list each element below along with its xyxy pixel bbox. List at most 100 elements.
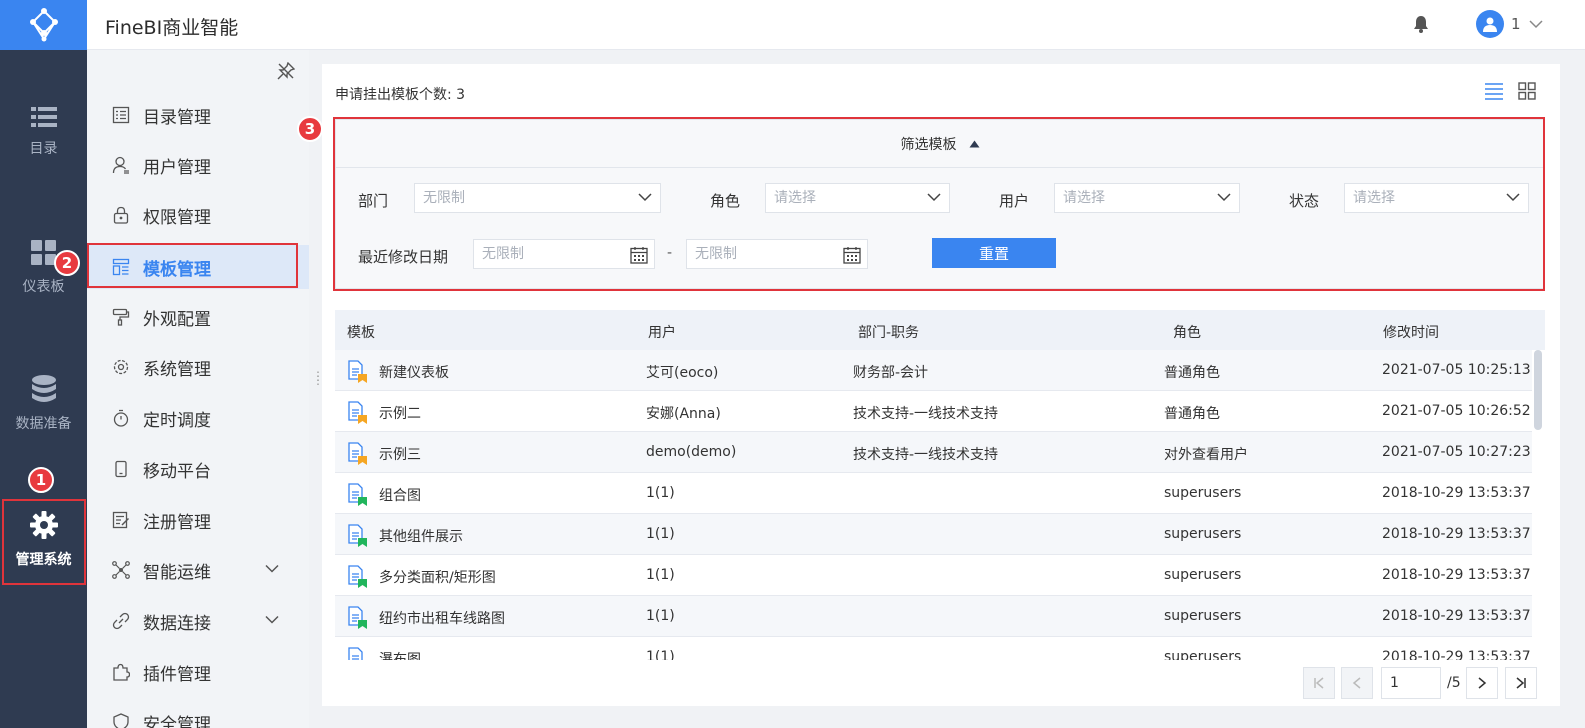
table-row[interactable]: 瀑布图 1(1) superusers 2018-10-29 13:53:37 (335, 637, 1532, 660)
column-header[interactable]: 修改时间 (1383, 322, 1439, 342)
nav-item-appearance[interactable]: 外观配置 (87, 295, 309, 339)
nav-item-plugin-mgmt[interactable]: 插件管理 (87, 650, 309, 694)
annotation-box-2 (87, 243, 298, 288)
template-role: superusers (1164, 567, 1242, 583)
template-file-icon (348, 524, 367, 547)
rail-item-catalog[interactable]: 目录 (0, 88, 87, 176)
chevron-down-icon (265, 615, 279, 624)
template-modified-time: 2018-10-29 13:53:37 (1382, 608, 1531, 624)
table-row[interactable]: 示例三 demo(demo) 技术支持-一线技术支持 对外查看用户 2021-07-05… (335, 432, 1532, 473)
template-modified-time: 2021-07-05 10:25:13 (1382, 362, 1531, 378)
template-user: 安娜(Anna) (646, 406, 721, 422)
rail-item-data-prep[interactable]: 数据准备 (0, 360, 87, 448)
table-header: 模板 用户 部门-职务 角色 修改时间 (335, 310, 1545, 350)
nav-item-label: 权限管理 (143, 207, 211, 228)
template-name[interactable]: 示例二 (379, 403, 421, 423)
annotation-badge-2: 2 (54, 250, 80, 276)
user-menu[interactable]: 1 (1476, 10, 1543, 38)
template-name[interactable]: 其他组件展示 (379, 526, 463, 546)
icon-rail: 目录 仪表板 数据准备 管理系统 (0, 0, 87, 728)
nav-item-permission-mgmt[interactable]: 权限管理 (87, 193, 309, 237)
list-view-icon[interactable] (1484, 82, 1504, 104)
template-name[interactable]: 纽约市出租车线路图 (379, 608, 505, 628)
template-modified-time: 2018-10-29 13:53:37 (1382, 526, 1531, 542)
page-number-input[interactable] (1381, 667, 1441, 699)
chevron-right-icon (1478, 677, 1487, 689)
table-row[interactable]: 组合图 1(1) superusers 2018-10-29 13:53:37 (335, 473, 1532, 514)
user-icon (1483, 17, 1497, 32)
annotation-box-3 (333, 117, 1545, 291)
template-table: 模板 用户 部门-职务 角色 修改时间 新建仪表板 艾可(eoco) 财务部-会计普… (335, 310, 1545, 660)
template-name[interactable]: 多分类面积/矩形图 (379, 567, 496, 587)
template-modified-time: 2018-10-29 13:53:37 (1382, 485, 1531, 501)
nav-item-label: 系统管理 (143, 359, 211, 380)
chevron-left-icon (1352, 677, 1361, 689)
nav-item-security-mgmt[interactable]: 安全管理 (87, 700, 309, 728)
template-user: 艾可(eoco) (646, 365, 719, 381)
table-row[interactable]: 多分类面积/矩形图 1(1) superusers 2018-10-29 13:53:… (335, 555, 1532, 596)
nav-item-label: 插件管理 (143, 664, 211, 685)
first-page-icon (1314, 677, 1324, 689)
rail-item-label: 目录 (29, 141, 58, 157)
template-file-icon (348, 442, 367, 465)
first-page-button[interactable] (1303, 667, 1335, 699)
template-role: 对外查看用户 (1164, 447, 1248, 463)
template-dept: 技术支持-一线技术支持 (853, 406, 999, 422)
table-scrollbar[interactable] (1534, 350, 1542, 430)
template-user: demo(demo) (646, 444, 737, 460)
lock-icon (113, 206, 129, 224)
table-row[interactable]: 其他组件展示 1(1) superusers 2018-10-29 13:53:37 (335, 514, 1532, 555)
template-name[interactable]: 新建仪表板 (379, 362, 449, 382)
template-name[interactable]: 组合图 (379, 485, 421, 505)
template-name[interactable]: 示例三 (379, 444, 421, 464)
template-role: superusers (1164, 526, 1242, 542)
dashboard-icon (30, 240, 56, 265)
table-row[interactable]: 新建仪表板 艾可(eoco) 财务部-会计 普通角色 2021-07-05 10:25:… (335, 350, 1532, 391)
template-user: 1(1) (646, 608, 675, 624)
column-header[interactable]: 用户 (648, 322, 676, 342)
column-header[interactable]: 模板 (347, 322, 375, 342)
last-page-button[interactable] (1505, 667, 1537, 699)
template-user: 1(1) (646, 649, 675, 660)
column-header[interactable]: 角色 (1173, 322, 1201, 342)
template-name[interactable]: 瀑布图 (379, 649, 421, 660)
nav-item-label: 外观配置 (143, 309, 211, 330)
timer-icon (113, 409, 129, 427)
app-window: 目录 仪表板 数据准备 管理系统 FineBI商业智能 1 目录管理 用户管理 … (0, 0, 1585, 728)
mobile-icon (115, 460, 127, 478)
grid-view-icon[interactable] (1518, 82, 1536, 104)
nav-item-mobile[interactable]: 移动平台 (87, 447, 309, 491)
template-role: superusers (1164, 608, 1242, 624)
template-modified-time: 2018-10-29 13:53:37 (1382, 649, 1531, 660)
template-file-icon (348, 606, 367, 629)
table-row[interactable]: 纽约市出租车线路图 1(1) superusers 2018-10-29 13:53:… (335, 596, 1532, 637)
template-user: 1(1) (646, 526, 675, 542)
pin-icon[interactable] (277, 61, 296, 84)
table-body: 新建仪表板 艾可(eoco) 财务部-会计 普通角色 2021-07-05 10:25:… (335, 350, 1532, 660)
nav-item-label: 定时调度 (143, 410, 211, 431)
template-modified-time: 2021-07-05 10:26:52 (1382, 403, 1531, 419)
nav-item-system-mgmt[interactable]: 系统管理 (87, 345, 309, 389)
avatar (1476, 10, 1504, 38)
nav-item-data-connection[interactable]: 数据连接 (87, 599, 309, 643)
logo[interactable] (0, 0, 87, 50)
bell-icon[interactable] (1413, 15, 1429, 37)
shield-icon (113, 713, 129, 728)
link-icon (112, 612, 130, 630)
template-role: superusers (1164, 485, 1242, 501)
nav-item-scheduling[interactable]: 定时调度 (87, 396, 309, 440)
template-file-icon (348, 647, 363, 660)
nav-item-user-mgmt[interactable]: 用户管理 (87, 143, 309, 187)
next-page-button[interactable] (1466, 667, 1498, 699)
nav-item-smart-ops[interactable]: 智能运维 (87, 548, 309, 592)
prev-page-button[interactable] (1341, 667, 1373, 699)
template-file-icon (348, 401, 367, 424)
nav-item-catalog-mgmt[interactable]: 目录管理 (87, 93, 309, 137)
rail-item-label: 仪表板 (22, 279, 65, 295)
logo-icon (29, 8, 58, 42)
app-title: FineBI商业智能 (105, 17, 239, 39)
table-row[interactable]: 示例二 安娜(Anna) 技术支持-一线技术支持 普通角色 2021-07-05 10:… (335, 391, 1532, 432)
nav-item-registration[interactable]: 注册管理 (87, 498, 309, 542)
column-header[interactable]: 部门-职务 (858, 322, 919, 342)
nav-item-label: 智能运维 (143, 562, 211, 583)
